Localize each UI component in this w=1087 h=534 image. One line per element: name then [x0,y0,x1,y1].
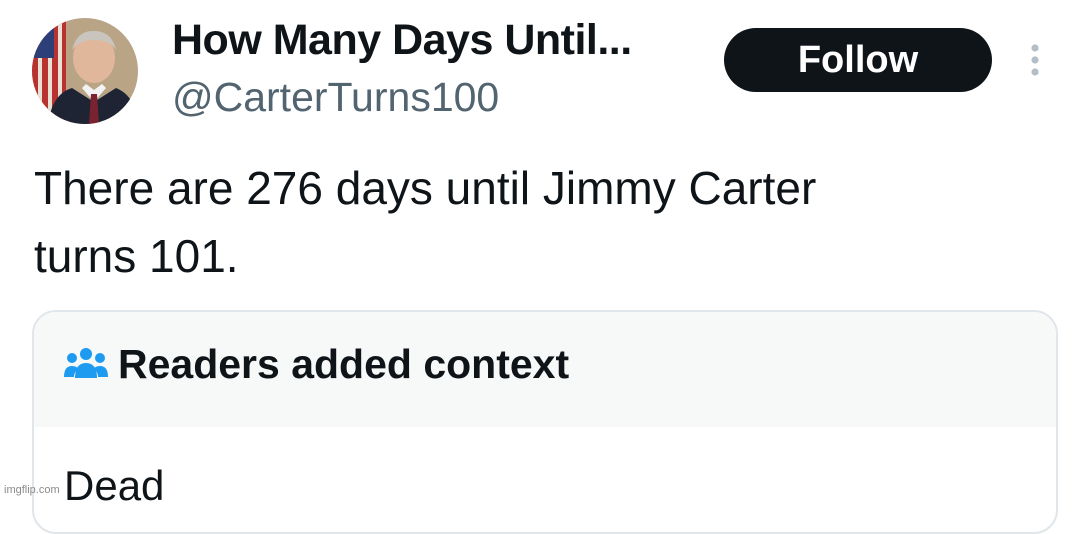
community-note-header: Readers added context [34,312,1056,427]
author-avatar[interactable] [32,18,138,124]
tweet: How Many Days Until... @CarterTurns100 F… [0,0,1087,534]
more-options-icon[interactable] [1028,42,1042,78]
community-note-title: Readers added context [118,341,570,387]
community-note-body: Dead [64,462,165,509]
readers-group-icon [64,348,108,378]
community-note-card: Readers added context Dead [32,310,1058,534]
follow-button[interactable]: Follow [724,28,992,92]
tweet-text: There are 276 days until Jimmy Carter tu… [34,162,817,282]
author-display-name[interactable]: How Many Days Until... [172,14,632,66]
imgflip-watermark: imgflip.com [4,484,60,496]
follow-button-label: Follow [797,38,919,81]
author-handle[interactable]: @CarterTurns100 [172,72,499,122]
portrait-avatar-icon [32,18,138,124]
